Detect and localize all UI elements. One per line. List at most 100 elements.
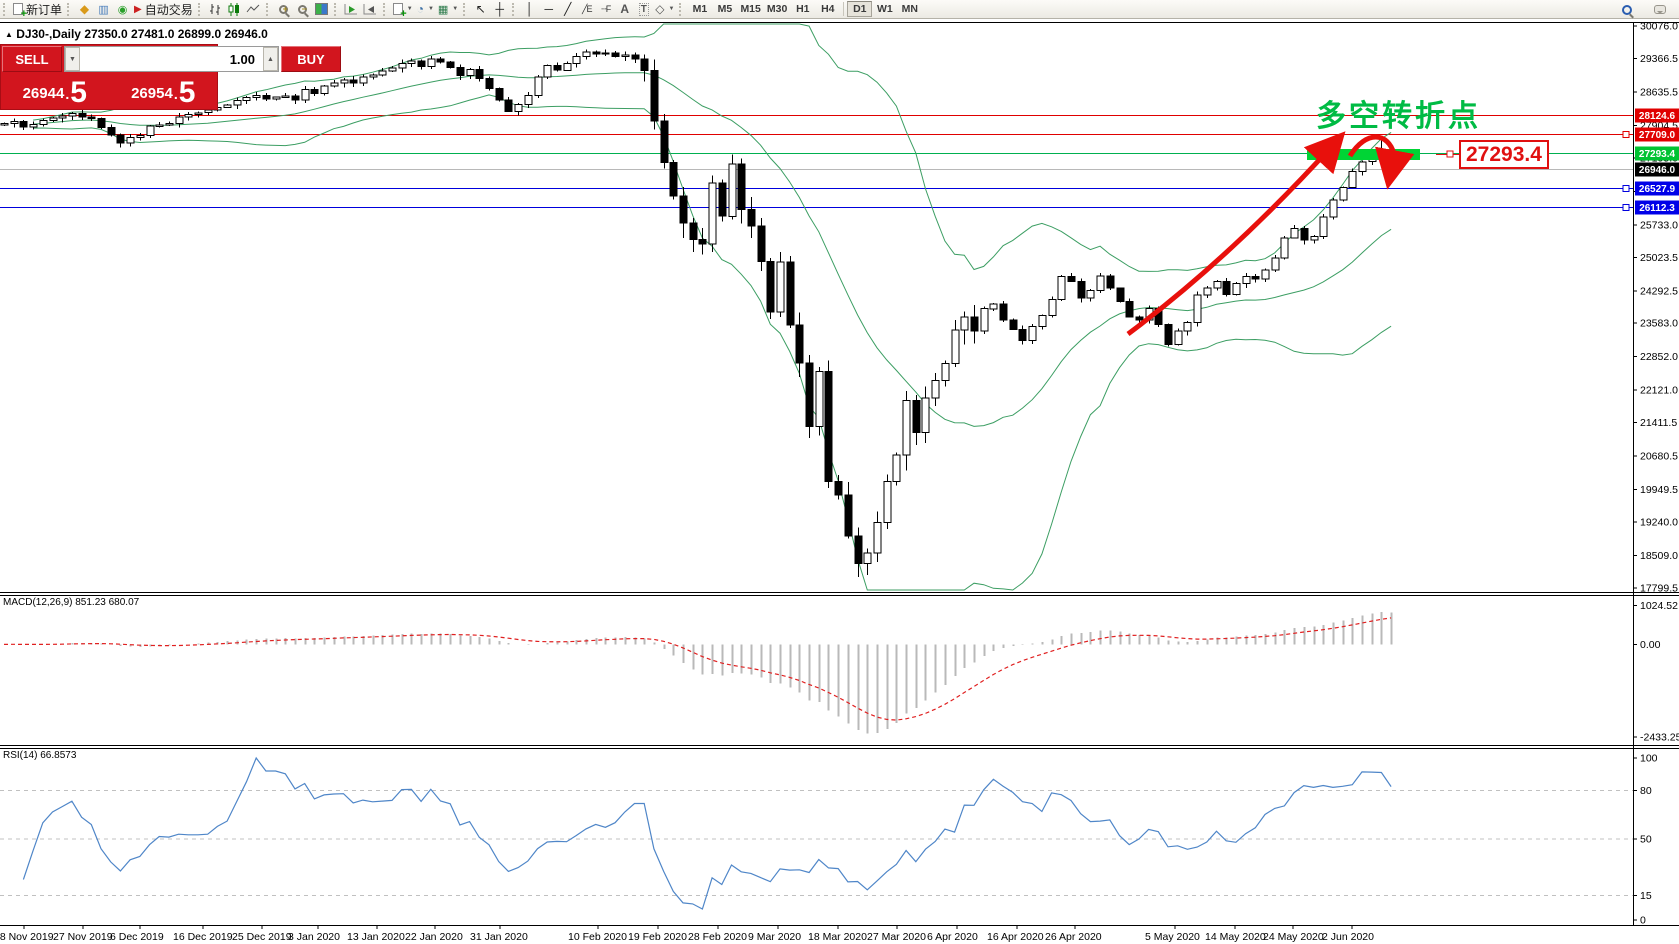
periods-icon[interactable]: ◔ ▼ bbox=[415, 1, 436, 18]
rsi-scale-label: 50 bbox=[1640, 834, 1652, 846]
timeframe-mn-button[interactable]: MN bbox=[897, 1, 922, 17]
timeframe-m15-button[interactable]: M15 bbox=[737, 1, 763, 17]
price-tag-handle[interactable] bbox=[1446, 150, 1454, 158]
timeframe-h1-button[interactable]: H1 bbox=[790, 1, 815, 17]
horizontal-line-icon[interactable]: ─ bbox=[539, 1, 558, 18]
templates-icon[interactable]: ▦ ▼ bbox=[436, 1, 460, 18]
rsi-indicator-label: RSI(14) 66.8573 bbox=[3, 750, 77, 761]
price-tick-label: 21411.5 bbox=[1640, 417, 1677, 429]
auto-scroll-icon[interactable] bbox=[342, 1, 361, 18]
date-tick-label: 26 Apr 2020 bbox=[1045, 931, 1102, 943]
turning-point-annotation[interactable]: 多空转折点 bbox=[1316, 91, 1481, 135]
lot-size-spinner: ▼ ▲ bbox=[64, 46, 279, 72]
search-icon[interactable] bbox=[1617, 1, 1636, 18]
chart-area[interactable]: 30076.029366.528635.527904.527195.026464… bbox=[0, 0, 1679, 944]
quote-panel-price-row: 26944 . 5 26954 . 5 bbox=[2, 74, 216, 108]
mt4-window: + 新订单 ◆ ▥ ◉ ▶ 自动交易 + − + ▼ ◔ ▼ ▦ ▼ ↖ ┼ │ ─ ╱ ╱E ┄F A T ◇ ▼ M1 M5 M15… bbox=[0, 0, 1679, 944]
price-tag-label[interactable]: 27293.4 bbox=[1459, 140, 1549, 169]
buy-price-int: 26954 bbox=[131, 85, 173, 102]
toolbar-separator bbox=[843, 2, 845, 16]
quote-panel-top-row: SELL ▼ ▲ BUY bbox=[2, 46, 341, 72]
trend-line-icon[interactable]: ╱ bbox=[558, 1, 577, 18]
indicators-icon[interactable]: + ▼ bbox=[391, 1, 415, 20]
timeframe-d1-button[interactable]: D1 bbox=[847, 1, 873, 17]
timeframe-m30-button[interactable]: M30 bbox=[764, 1, 790, 17]
date-tick-label: 10 Feb 2020 bbox=[568, 931, 627, 943]
toolbar-grip bbox=[67, 2, 71, 16]
vertical-line-icon[interactable]: │ bbox=[520, 1, 539, 18]
sell-price-frac: 5 bbox=[70, 76, 87, 109]
date-tick-label: 27 Nov 2019 bbox=[53, 931, 113, 943]
sell-price-int: 26944 bbox=[22, 85, 65, 102]
auto-trading-button[interactable]: ▶ 自动交易 bbox=[132, 1, 195, 18]
text-icon[interactable]: A bbox=[615, 1, 634, 18]
equidistant-channel-icon[interactable]: ╱E bbox=[577, 1, 596, 18]
toolbar-grip bbox=[679, 2, 683, 16]
lot-decrease-button[interactable]: ▼ bbox=[65, 47, 80, 71]
toolbar-grip bbox=[463, 2, 467, 16]
date-tick-label: 16 Apr 2020 bbox=[987, 931, 1044, 943]
date-tick-label: 27 Mar 2020 bbox=[867, 931, 926, 943]
price-tick-label: 18509.0 bbox=[1640, 550, 1678, 562]
new-order-button[interactable]: + 新订单 bbox=[11, 1, 64, 20]
rsi-scale-label: 15 bbox=[1640, 890, 1652, 902]
date-tick-label: 6 Dec 2019 bbox=[110, 931, 164, 943]
buy-button[interactable]: BUY bbox=[281, 46, 341, 72]
price-badge-label: 27709.0 bbox=[1639, 130, 1676, 141]
data-window-icon[interactable]: ▥ bbox=[94, 1, 113, 18]
signals-icon[interactable]: ◉ bbox=[113, 1, 132, 18]
date-tick-label: 16 Dec 2019 bbox=[173, 931, 233, 943]
market-watch-icon[interactable]: ◆ bbox=[75, 1, 94, 18]
buy-price-frac: 5 bbox=[178, 76, 196, 109]
line-handle[interactable] bbox=[1622, 184, 1630, 192]
zoom-in-icon[interactable]: + bbox=[274, 1, 293, 18]
timeframe-h4-button[interactable]: H4 bbox=[815, 1, 840, 17]
candle-chart-icon[interactable] bbox=[225, 1, 244, 18]
toolbar-right bbox=[1617, 1, 1669, 18]
bar-chart-icon[interactable] bbox=[206, 1, 225, 18]
cursor-icon[interactable]: ↖ bbox=[471, 1, 490, 18]
price-tick-label: 29366.5 bbox=[1640, 53, 1678, 65]
sell-price[interactable]: 26944 . 5 bbox=[2, 74, 108, 108]
toolbar-grip bbox=[265, 2, 270, 16]
buy-price[interactable]: 26954 . 5 bbox=[111, 74, 217, 108]
timeframe-m1-button[interactable]: M1 bbox=[687, 1, 712, 17]
toolbar: + 新订单 ◆ ▥ ◉ ▶ 自动交易 + − + ▼ ◔ ▼ ▦ ▼ ↖ ┼ │ ─ ╱ ╱E ┄F A T ◇ ▼ M1 M5 M15… bbox=[0, 0, 1679, 20]
tile-windows-icon[interactable] bbox=[312, 1, 331, 18]
crosshair-icon[interactable]: ┼ bbox=[490, 1, 509, 18]
price-tick-label: 24292.5 bbox=[1640, 285, 1678, 297]
macd-indicator-label: MACD(12,26,9) 851.23 680.07 bbox=[3, 597, 140, 608]
date-tick-label: 31 Jan 2020 bbox=[470, 931, 528, 943]
chart-shift-icon[interactable] bbox=[361, 1, 380, 18]
price-tick-label: 20680.5 bbox=[1640, 451, 1678, 463]
rsi-panel: 100 80 50 15 0 bbox=[0, 753, 1658, 927]
rsi-line bbox=[22, 756, 1392, 910]
text-label-icon[interactable]: T bbox=[634, 1, 653, 18]
price-tick-label: 22121.0 bbox=[1640, 385, 1678, 397]
timeframe-m5-button[interactable]: M5 bbox=[712, 1, 737, 17]
chart-title: ▲ DJ30-,Daily 27350.0 27481.0 26899.0 26… bbox=[5, 27, 268, 41]
date-tick-label: 5 May 2020 bbox=[1145, 931, 1200, 943]
zoom-out-icon[interactable]: − bbox=[293, 1, 312, 18]
line-chart-icon[interactable] bbox=[244, 1, 263, 18]
date-axis: 18 Nov 201927 Nov 20196 Dec 2019 16 Dec 2… bbox=[0, 925, 1374, 943]
timeframe-w1-button[interactable]: W1 bbox=[872, 1, 897, 17]
fibonacci-icon[interactable]: ┄F bbox=[596, 1, 615, 18]
lot-size-input[interactable] bbox=[80, 47, 263, 71]
toolbar-grip bbox=[333, 2, 338, 16]
date-tick-label: 9 Mar 2020 bbox=[748, 931, 801, 943]
price-tick-label: 25733.0 bbox=[1640, 219, 1678, 231]
sell-button[interactable]: SELL bbox=[2, 46, 62, 72]
chat-icon[interactable] bbox=[1650, 1, 1669, 18]
price-badge-label: 26112.3 bbox=[1639, 203, 1675, 214]
lot-increase-button[interactable]: ▲ bbox=[263, 47, 278, 71]
line-handle[interactable] bbox=[1622, 130, 1630, 138]
line-handle[interactable] bbox=[1622, 204, 1630, 211]
symbol-period: DJ30-,Daily bbox=[16, 27, 81, 41]
date-tick-label: 2 Jun 2020 bbox=[1322, 931, 1374, 943]
arrows-icon[interactable]: ◇ ▼ bbox=[653, 1, 676, 18]
rsi-scale-label: 0 bbox=[1640, 915, 1646, 927]
macd-signal-line bbox=[3, 617, 1392, 721]
price-tick-label: 28635.5 bbox=[1640, 86, 1678, 98]
candles-layer bbox=[0, 49, 1396, 578]
